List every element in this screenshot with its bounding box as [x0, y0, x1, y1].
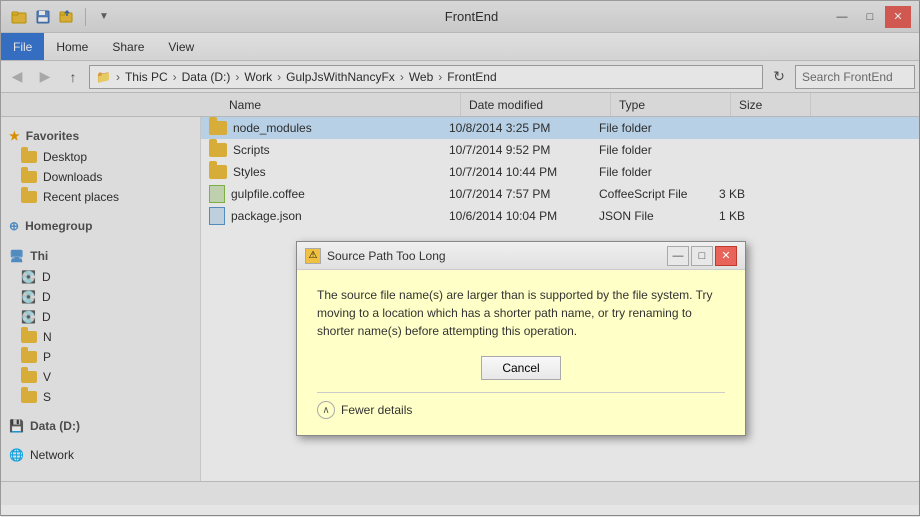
- dialog-minimize-button[interactable]: —: [667, 246, 689, 266]
- chevron-up-icon: ∧: [317, 401, 335, 419]
- dialog-warning-icon: ⚠: [305, 248, 321, 264]
- dialog-title: Source Path Too Long: [327, 249, 665, 263]
- dialog-cancel-button[interactable]: Cancel: [481, 356, 561, 380]
- dialog-titlebar: ⚠ Source Path Too Long — □ ✕: [297, 242, 745, 270]
- dialog-body: The source file name(s) are larger than …: [297, 270, 745, 435]
- dialog: ⚠ Source Path Too Long — □ ✕ The source …: [296, 241, 746, 436]
- dialog-details[interactable]: ∧ Fewer details: [317, 392, 725, 419]
- dialog-message: The source file name(s) are larger than …: [317, 286, 725, 340]
- dialog-close-button[interactable]: ✕: [715, 246, 737, 266]
- dialog-actions: Cancel: [317, 356, 725, 380]
- dialog-maximize-button[interactable]: □: [691, 246, 713, 266]
- window: ▼ FrontEnd — □ ✕ File Home Share View ◀ …: [0, 0, 920, 516]
- dialog-details-label: Fewer details: [341, 403, 412, 417]
- dialog-overlay: ⚠ Source Path Too Long — □ ✕ The source …: [1, 1, 920, 517]
